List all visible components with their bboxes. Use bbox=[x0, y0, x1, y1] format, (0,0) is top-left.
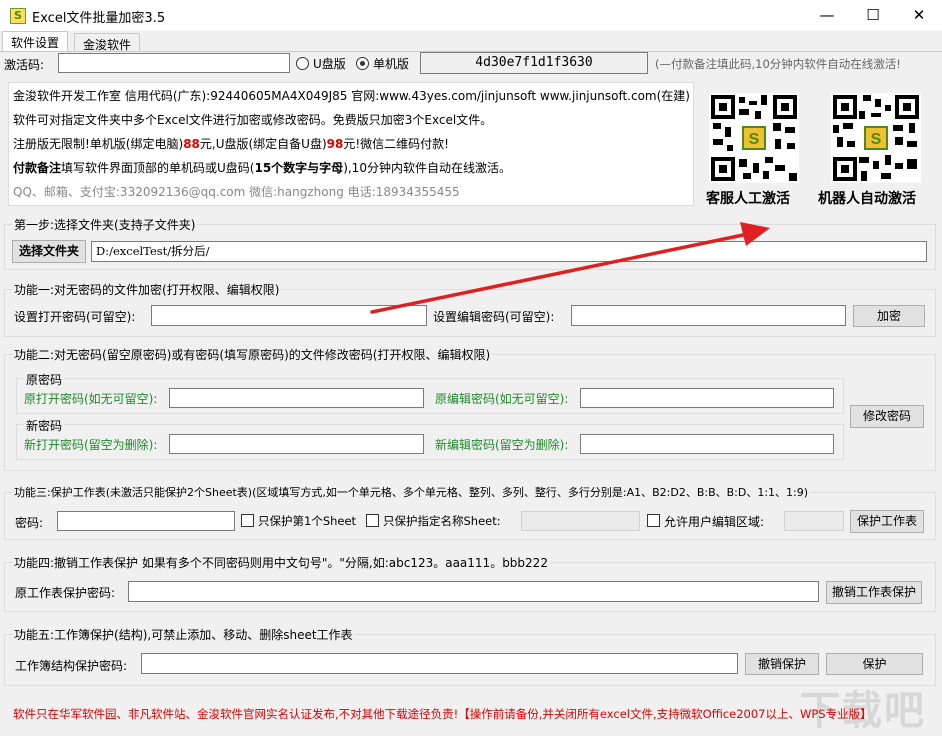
protect-sheet-button[interactable]: 保护工作表 bbox=[850, 510, 924, 533]
new-edit-password-input[interactable] bbox=[580, 434, 834, 454]
editable-range-checkbox[interactable] bbox=[647, 514, 660, 527]
info-pricing: 注册版无限制!单机版(绑定电脑)88元,U盘版(绑定自备U盘)98元!微信二维码… bbox=[13, 137, 449, 151]
sheet-name-input[interactable] bbox=[521, 511, 640, 531]
tab-settings[interactable]: 软件设置 bbox=[2, 31, 69, 52]
unprotect-sheet-button[interactable]: 撤销工作表保护 bbox=[826, 581, 922, 604]
machine-code-field: 4d30e7f1d1f3630 bbox=[420, 52, 648, 74]
svg-text:S: S bbox=[871, 131, 882, 148]
info-payment-note: 付款备注填写软件界面顶部的单机码或U盘码(15个数字与字母),10分钟内软件自动… bbox=[13, 161, 511, 175]
qr-code-customer-service-icon: S bbox=[709, 93, 799, 183]
info-contact: QQ、邮箱、支付宝:332092136@qq.com 微信:hangzhong … bbox=[13, 185, 460, 199]
unprotect-password-label: 原工作表保护密码: bbox=[15, 586, 116, 600]
func5-legend: 功能五:工作簿保护(结构),可禁止添加、移动、删除sheet工作表 bbox=[12, 626, 355, 643]
first-sheet-checkbox[interactable] bbox=[241, 514, 254, 527]
old-open-password-input[interactable] bbox=[169, 388, 424, 408]
single-version-radio[interactable] bbox=[356, 57, 369, 70]
old-open-password-label: 原打开密码(如无可留空): bbox=[24, 392, 158, 406]
func4-legend: 功能四:撤销工作表保护 如果有多个不同密码则用中文句号"。"分隔,如:abc12… bbox=[12, 554, 550, 571]
unprotect-workbook-button[interactable]: 撤销保护 bbox=[745, 653, 819, 675]
func2-legend: 功能二:对无密码(留空原密码)或有密码(填写原密码)的文件修改密码(打开权限、编… bbox=[12, 346, 493, 363]
info-description: 软件可对指定文件夹中多个Excel文件进行加密或修改密码。免费版只加密3个Exc… bbox=[13, 113, 493, 127]
edit-password-label: 设置编辑密码(可留空): bbox=[433, 310, 555, 324]
protect-workbook-button[interactable]: 保护 bbox=[826, 653, 923, 675]
window-title: Excel文件批量加密3.5 bbox=[32, 11, 166, 26]
old-edit-password-label: 原编辑密码(如无可留空): bbox=[435, 392, 569, 406]
new-password-legend: 新密码 bbox=[24, 417, 65, 434]
change-password-button[interactable]: 修改密码 bbox=[850, 405, 924, 428]
sheet-password-input[interactable] bbox=[57, 511, 235, 531]
qr-left-caption: 客服人工激活 bbox=[706, 191, 790, 207]
minimize-button[interactable]: — bbox=[804, 0, 850, 31]
workbook-password-label: 工作簿结构保护密码: bbox=[15, 659, 128, 673]
qr-code-robot-icon: S bbox=[831, 93, 921, 183]
edit-password-input[interactable] bbox=[571, 305, 846, 326]
new-edit-password-label: 新编辑密码(留空为删除): bbox=[435, 438, 569, 452]
single-version-label: 单机版 bbox=[373, 57, 410, 71]
footer-notice: 软件只在华军软件园、非凡软件站、金浚软件官网实名认证发布,不对其他下载途径负责!… bbox=[13, 707, 872, 721]
named-sheet-label: 只保护指定名称Sheet: bbox=[383, 514, 501, 528]
workbook-password-input[interactable] bbox=[141, 653, 738, 674]
new-open-password-label: 新打开密码(留空为删除): bbox=[24, 438, 158, 452]
usb-version-radio[interactable] bbox=[296, 57, 309, 70]
activation-code-input[interactable] bbox=[58, 53, 290, 73]
unprotect-password-input[interactable] bbox=[128, 581, 819, 602]
maximize-button[interactable]: ☐ bbox=[850, 0, 896, 31]
first-sheet-label: 只保护第1个Sheet bbox=[258, 514, 357, 528]
usb-version-label: U盘版 bbox=[313, 57, 346, 71]
choose-folder-button[interactable]: 选择文件夹 bbox=[12, 240, 86, 263]
func1-legend: 功能一:对无密码的文件加密(打开权限、编辑权限) bbox=[12, 281, 282, 298]
activation-note: (—付款备注填此码,10分钟内软件自动在线激活! bbox=[655, 57, 901, 71]
folder-path-input[interactable]: D:/excelTest/拆分后/ bbox=[91, 241, 927, 262]
qr-right-caption: 机器人自动激活 bbox=[818, 191, 916, 207]
title-bar: S Excel文件批量加密3.5 — ☐ ✕ bbox=[0, 0, 942, 31]
named-sheet-checkbox[interactable] bbox=[366, 514, 379, 527]
open-password-label: 设置打开密码(可留空): bbox=[14, 310, 136, 324]
tab-strip: 软件设置 金浚软件 bbox=[0, 31, 942, 52]
open-password-input[interactable] bbox=[151, 305, 427, 326]
old-edit-password-input[interactable] bbox=[580, 388, 834, 408]
old-password-legend: 原密码 bbox=[24, 371, 65, 388]
close-button[interactable]: ✕ bbox=[896, 0, 942, 31]
encrypt-button[interactable]: 加密 bbox=[853, 305, 925, 327]
svg-text:S: S bbox=[749, 131, 760, 148]
sheet-password-label: 密码: bbox=[15, 516, 44, 530]
editable-range-label: 允许用户编辑区域: bbox=[664, 515, 765, 529]
activation-label: 激活码: bbox=[4, 58, 45, 72]
tab-jinjun[interactable]: 金浚软件 bbox=[74, 33, 141, 52]
info-company: 金浚软件开发工作室 信用代码(广东):92440605MA4X049J85 官网… bbox=[13, 89, 690, 103]
price-usb: 98 bbox=[326, 137, 344, 151]
info-panel: 金浚软件开发工作室 信用代码(广东):92440605MA4X049J85 官网… bbox=[8, 82, 694, 206]
func3-legend: 功能三:保护工作表(未激活只能保护2个Sheet表)(区域填写方式,如一个单元格… bbox=[12, 484, 811, 500]
editable-range-input[interactable] bbox=[784, 511, 844, 531]
app-icon: S bbox=[10, 8, 26, 24]
step1-legend: 第一步:选择文件夹(支持子文件夹) bbox=[12, 216, 198, 233]
price-single: 88 bbox=[183, 137, 200, 151]
new-open-password-input[interactable] bbox=[169, 434, 424, 454]
